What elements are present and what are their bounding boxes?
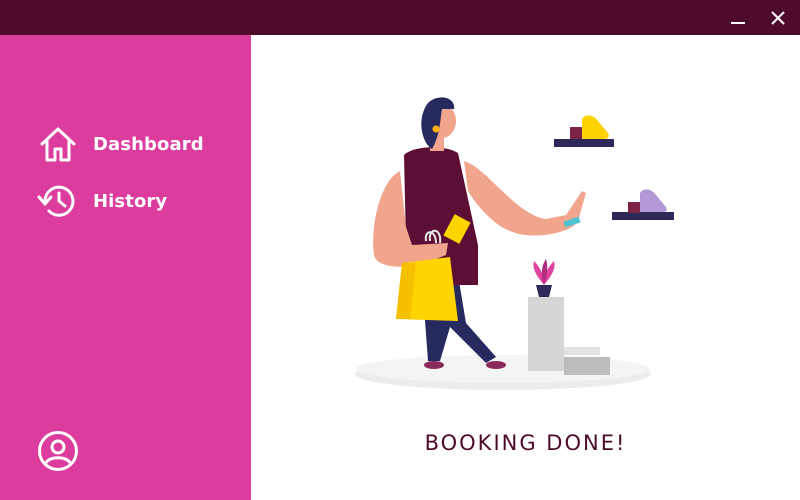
title-bar [0, 0, 800, 35]
sidebar-item-history[interactable]: History [36, 180, 167, 222]
sidebar: Dashboard History [0, 35, 251, 500]
shoe-shelf-top [554, 115, 614, 147]
home-icon [36, 123, 80, 165]
display-pedestal [528, 259, 610, 375]
close-icon [771, 10, 785, 25]
shoe-shelf-bottom [612, 189, 674, 220]
sidebar-item-dashboard[interactable]: Dashboard [36, 123, 204, 165]
minimize-button[interactable] [718, 0, 758, 35]
main-content: BOOKING DONE! [251, 35, 800, 500]
booking-status-message: BOOKING DONE! [424, 431, 627, 455]
user-account-icon [38, 431, 78, 471]
sidebar-item-label: Dashboard [93, 133, 204, 155]
close-button[interactable] [758, 0, 798, 35]
minimize-icon [731, 21, 745, 24]
history-icon [36, 180, 80, 222]
profile-button[interactable] [36, 429, 80, 473]
woman-shopping-shoes-illustration [355, 97, 674, 390]
sidebar-item-label: History [93, 190, 168, 212]
